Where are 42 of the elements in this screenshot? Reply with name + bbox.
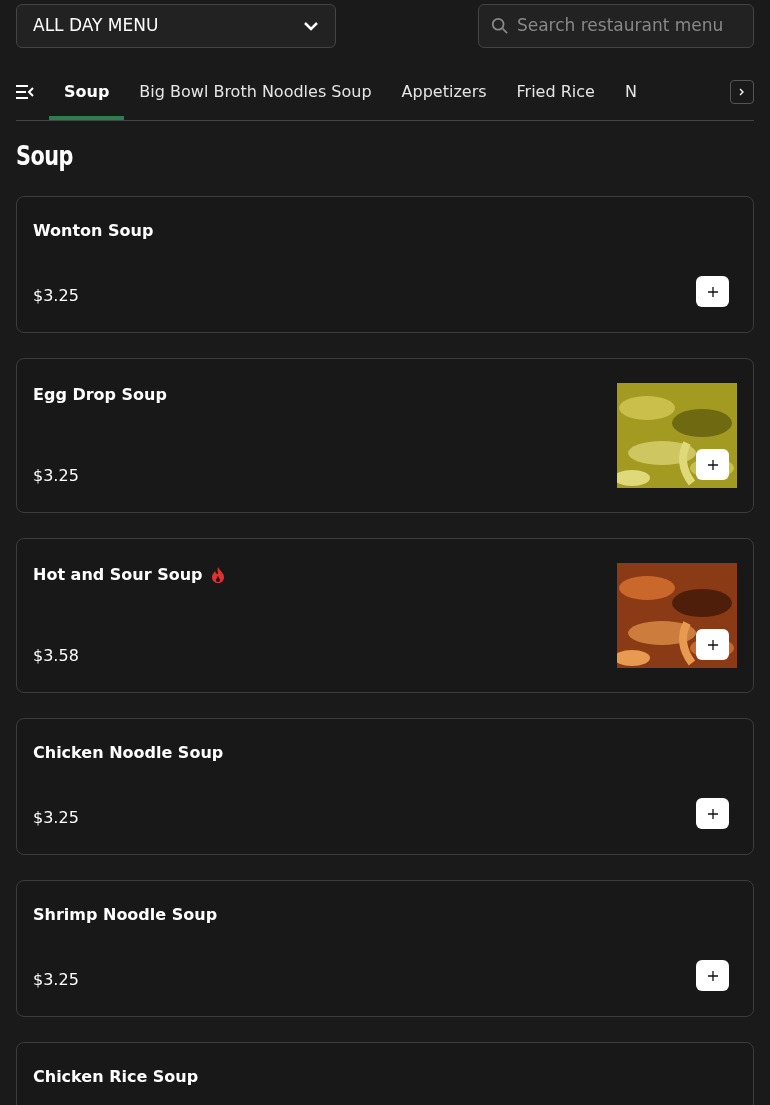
chevron-down-icon [303,21,319,31]
search-icon [491,16,509,36]
plus-icon [707,286,718,297]
plus-icon [707,970,718,981]
search-field[interactable]: Search restaurant menu [478,4,754,48]
menu-dropdown[interactable]: ALL DAY MENU [16,4,336,48]
add-button[interactable] [696,629,729,660]
item-price: $3.25 [33,807,80,829]
add-button[interactable] [696,798,729,829]
category-tab[interactable]: Fried Rice [501,63,610,120]
menu-item-card[interactable]: Hot and Sour Soup $3.58 [16,538,754,693]
plus-icon [707,459,718,470]
item-name: Egg Drop Soup [33,384,167,406]
item-name: Shrimp Noodle Soup [33,904,218,926]
menu-item-card[interactable]: Wonton Soup $3.25 [16,196,754,333]
chevron-right-icon [739,87,745,96]
plus-icon [707,639,718,650]
dropdown-value: ALL DAY MENU [33,14,159,38]
category-tab[interactable]: N [609,63,652,120]
scroll-right-button[interactable] [730,79,754,104]
item-name: Wonton Soup [33,220,154,242]
add-button[interactable] [696,960,729,991]
item-name: Hot and Sour Soup [33,564,203,586]
item-price: $3.25 [33,969,80,991]
menu-collapse-icon[interactable] [16,84,34,99]
item-price: $3.25 [33,465,80,487]
menu-item-card[interactable]: Shrimp Noodle Soup $3.25 [16,880,754,1017]
category-tab[interactable]: Appetizers [386,63,502,120]
menu-item-card[interactable]: Egg Drop Soup $3.25 [16,358,754,513]
plus-icon [707,808,718,819]
item-price: $3.58 [33,645,80,667]
item-price: $3.25 [33,285,80,307]
category-tab[interactable]: Soup [49,63,125,120]
category-tab[interactable]: Big Bowl Broth Noodles Soup [124,63,387,120]
item-name: Chicken Noodle Soup [33,742,224,764]
search-input[interactable]: Search restaurant menu [516,13,741,39]
item-name: Chicken Rice Soup [33,1066,199,1088]
menu-item-card[interactable]: Chicken Noodle Soup $3.25 [16,718,754,855]
menu-item-card[interactable]: Chicken Rice Soup [16,1042,754,1105]
add-button[interactable] [696,449,729,480]
section-title: Soup [16,140,73,173]
add-button[interactable] [696,276,729,307]
